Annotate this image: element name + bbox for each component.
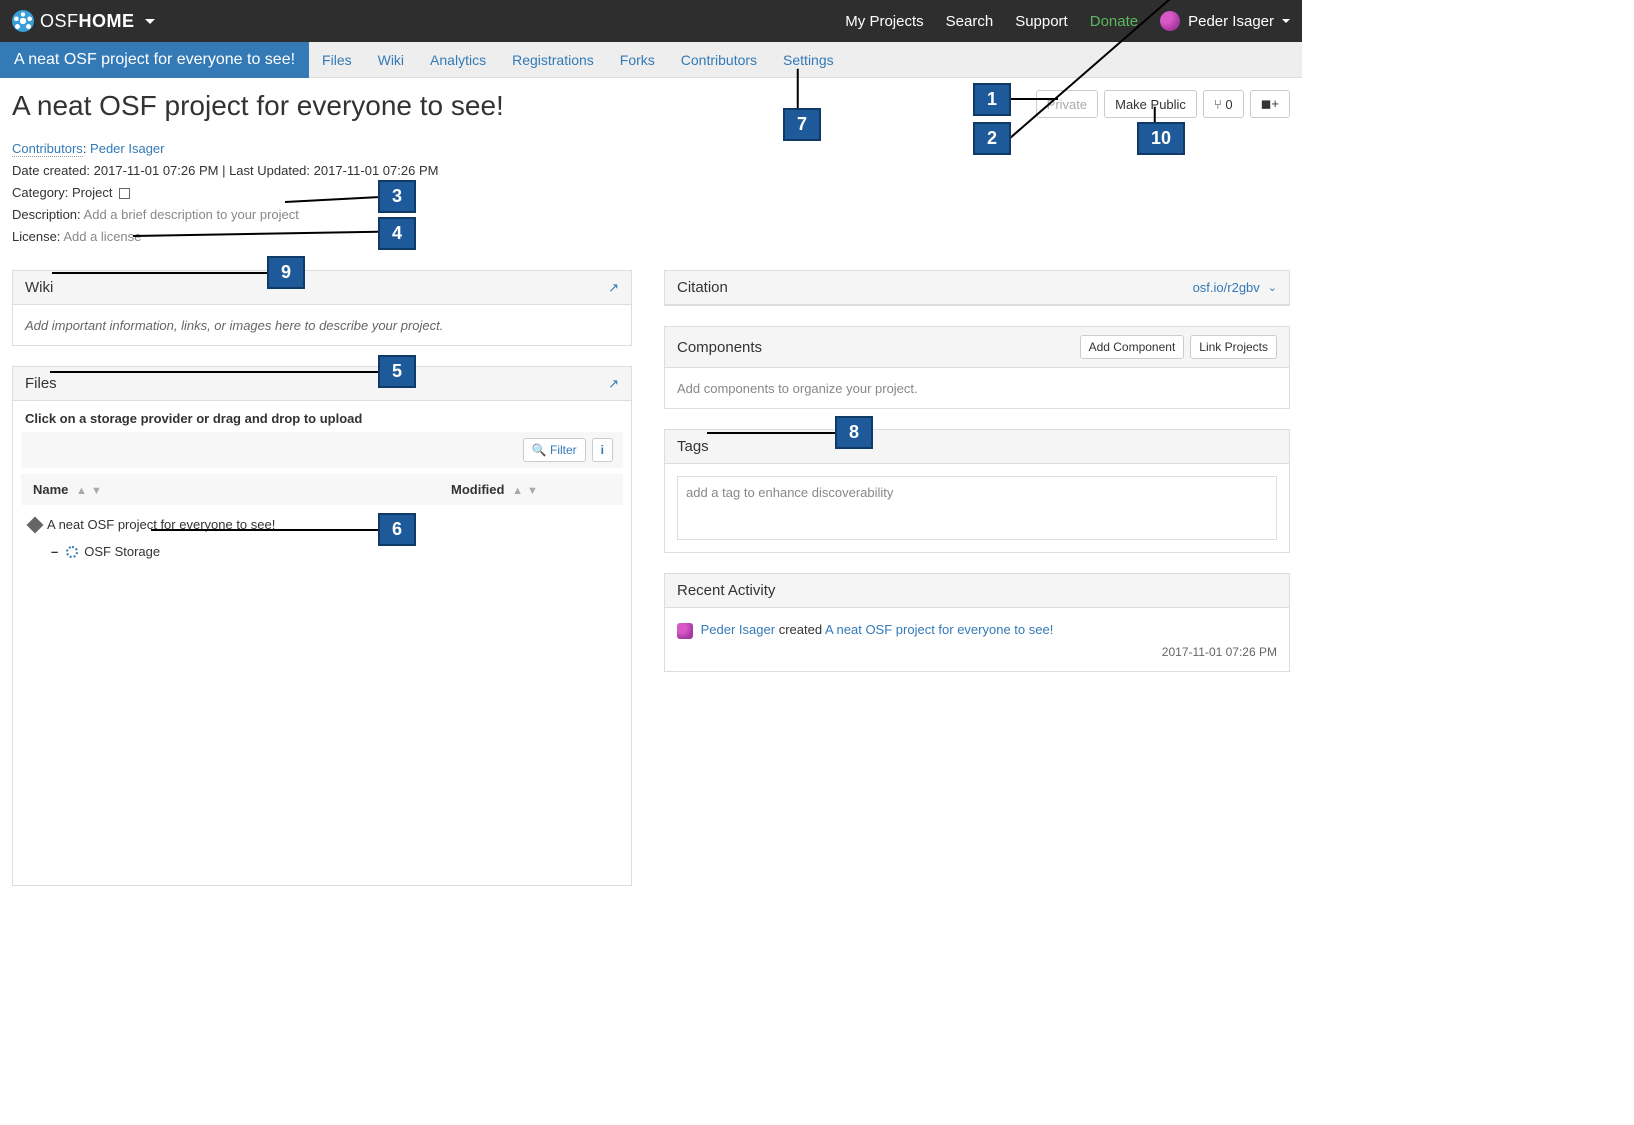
- contributor-link[interactable]: Peder Isager: [90, 141, 164, 156]
- top-nav: OSFHOME My Projects Search Support Donat…: [0, 0, 1302, 42]
- page-title: A neat OSF project for everyone to see!: [12, 90, 1036, 122]
- activity-user[interactable]: Peder Isager: [701, 622, 775, 637]
- sort-asc-icon[interactable]: ▲: [76, 485, 87, 497]
- project-meta: Contributors: Peder Isager Date created:…: [12, 138, 652, 248]
- components-title: Components: [677, 339, 1080, 356]
- category-value: Project: [72, 185, 112, 200]
- nav-support[interactable]: Support: [1015, 13, 1068, 30]
- external-link-icon[interactable]: ↗: [608, 280, 619, 296]
- callout-2: 2: [973, 122, 1011, 155]
- tab-forks[interactable]: Forks: [607, 42, 668, 78]
- add-component-button[interactable]: Add Component: [1080, 335, 1185, 359]
- date-created-label: Date created:: [12, 163, 90, 178]
- files-instruction: Click on a storage provider or drag and …: [13, 401, 631, 432]
- osf-logo-icon: [12, 10, 34, 32]
- make-public-button[interactable]: Make Public: [1104, 90, 1197, 118]
- tags-title: Tags: [677, 438, 709, 455]
- activity-title: Recent Activity: [677, 582, 775, 599]
- fork-icon: ⑂: [1214, 97, 1222, 112]
- external-link-icon[interactable]: ↗: [608, 376, 619, 392]
- activity-timestamp: 2017-11-01 07:26 PM: [677, 645, 1277, 659]
- files-table-header: Name ▲ ▼ Modified ▲ ▼: [21, 474, 623, 505]
- name-header: Name: [33, 482, 68, 497]
- cube-icon: [27, 516, 44, 533]
- nav-donate[interactable]: Donate: [1090, 13, 1138, 30]
- osf-storage-icon: [66, 546, 78, 558]
- subnav-tabs: Files Wiki Analytics Registrations Forks…: [309, 42, 847, 78]
- link-projects-button[interactable]: Link Projects: [1190, 335, 1277, 359]
- username: Peder Isager: [1188, 13, 1274, 30]
- subnav-project-title[interactable]: A neat OSF project for everyone to see!: [0, 42, 309, 78]
- tags-panel: Tags add a tag to enhance discoverabilit…: [664, 429, 1290, 553]
- action-buttons: Private Make Public ⑂ 0 ◼+: [1036, 90, 1290, 118]
- activity-panel: Recent Activity Peder Isager created A n…: [664, 573, 1290, 672]
- files-rows: A neat OSF project for everyone to see! …: [13, 505, 631, 577]
- caret-down-icon: [145, 19, 155, 24]
- bookmark-add-button[interactable]: ◼+: [1250, 90, 1290, 118]
- citation-url[interactable]: osf.io/r2gbv: [1193, 280, 1260, 295]
- tab-contributors[interactable]: Contributors: [668, 42, 770, 78]
- nav-my-projects[interactable]: My Projects: [845, 13, 923, 30]
- file-root-name: A neat OSF project for everyone to see!: [47, 517, 275, 532]
- tab-files[interactable]: Files: [309, 42, 365, 78]
- nav-right: My Projects Search Support Donate Peder …: [845, 11, 1290, 31]
- activity-row: Peder Isager created A neat OSF project …: [677, 620, 1277, 641]
- date-created-value: 2017-11-01 07:26 PM: [94, 163, 219, 178]
- description-placeholder[interactable]: Add a brief description to your project: [84, 207, 299, 222]
- file-row-root[interactable]: A neat OSF project for everyone to see!: [25, 511, 619, 538]
- wiki-panel: Wiki ↗ Add important information, links,…: [12, 270, 632, 346]
- callout-10: 10: [1137, 122, 1185, 155]
- category-label: Category:: [12, 185, 68, 200]
- tab-settings[interactable]: Settings: [770, 42, 847, 78]
- brand-text: OSFHOME: [40, 11, 135, 32]
- brand-home[interactable]: OSFHOME: [12, 10, 155, 32]
- tags-input[interactable]: add a tag to enhance discoverability: [677, 476, 1277, 540]
- license-placeholder[interactable]: Add a license: [63, 229, 141, 244]
- sort-asc-icon[interactable]: ▲: [512, 485, 523, 497]
- caret-down-icon: [1282, 19, 1290, 23]
- chevron-down-icon[interactable]: ⌄: [1268, 281, 1277, 294]
- wiki-title: Wiki: [25, 279, 608, 296]
- tab-wiki[interactable]: Wiki: [365, 42, 417, 78]
- description-label: Description:: [12, 207, 81, 222]
- project-header: A neat OSF project for everyone to see! …: [12, 90, 1290, 122]
- nav-search[interactable]: Search: [946, 13, 994, 30]
- sort-desc-icon[interactable]: ▼: [527, 485, 538, 497]
- files-toolbar: 🔍 Filter i: [21, 432, 623, 468]
- collapse-icon[interactable]: –: [51, 544, 58, 559]
- files-title: Files: [25, 375, 608, 392]
- wiki-placeholder[interactable]: Add important information, links, or ima…: [25, 318, 443, 333]
- right-column: Citation osf.io/r2gbv ⌄ Components Add C…: [664, 270, 1290, 906]
- modified-header: Modified: [451, 482, 504, 497]
- storage-name: OSF Storage: [84, 544, 160, 559]
- info-button[interactable]: i: [592, 438, 613, 462]
- license-label: License:: [12, 229, 60, 244]
- activity-target[interactable]: A neat OSF project for everyone to see!: [825, 622, 1053, 637]
- contributors-label[interactable]: Contributors: [12, 141, 83, 157]
- activity-verb: created: [779, 622, 822, 637]
- filter-button[interactable]: 🔍 Filter: [523, 438, 586, 462]
- citation-title: Citation: [677, 279, 728, 296]
- last-updated-label: Last Updated:: [229, 163, 310, 178]
- citation-panel: Citation osf.io/r2gbv ⌄: [664, 270, 1290, 306]
- file-row-storage[interactable]: – OSF Storage: [25, 538, 619, 565]
- avatar-icon: [677, 623, 693, 639]
- cube-icon: [119, 188, 130, 199]
- tab-registrations[interactable]: Registrations: [499, 42, 607, 78]
- content: A neat OSF project for everyone to see! …: [0, 78, 1302, 918]
- user-menu[interactable]: Peder Isager: [1160, 11, 1290, 31]
- last-updated-value: 2017-11-01 07:26 PM: [314, 163, 439, 178]
- files-panel: Files ↗ Click on a storage provider or d…: [12, 366, 632, 886]
- avatar-icon: [1160, 11, 1180, 31]
- sort-desc-icon[interactable]: ▼: [91, 485, 102, 497]
- left-column: Wiki ↗ Add important information, links,…: [12, 270, 632, 906]
- forks-count-button[interactable]: ⑂ 0: [1203, 90, 1244, 118]
- two-column-layout: Wiki ↗ Add important information, links,…: [12, 270, 1290, 906]
- tab-analytics[interactable]: Analytics: [417, 42, 499, 78]
- components-placeholder: Add components to organize your project.: [677, 381, 918, 396]
- project-subnav: A neat OSF project for everyone to see! …: [0, 42, 1302, 78]
- private-button: Private: [1036, 90, 1098, 118]
- components-panel: Components Add Component Link Projects A…: [664, 326, 1290, 409]
